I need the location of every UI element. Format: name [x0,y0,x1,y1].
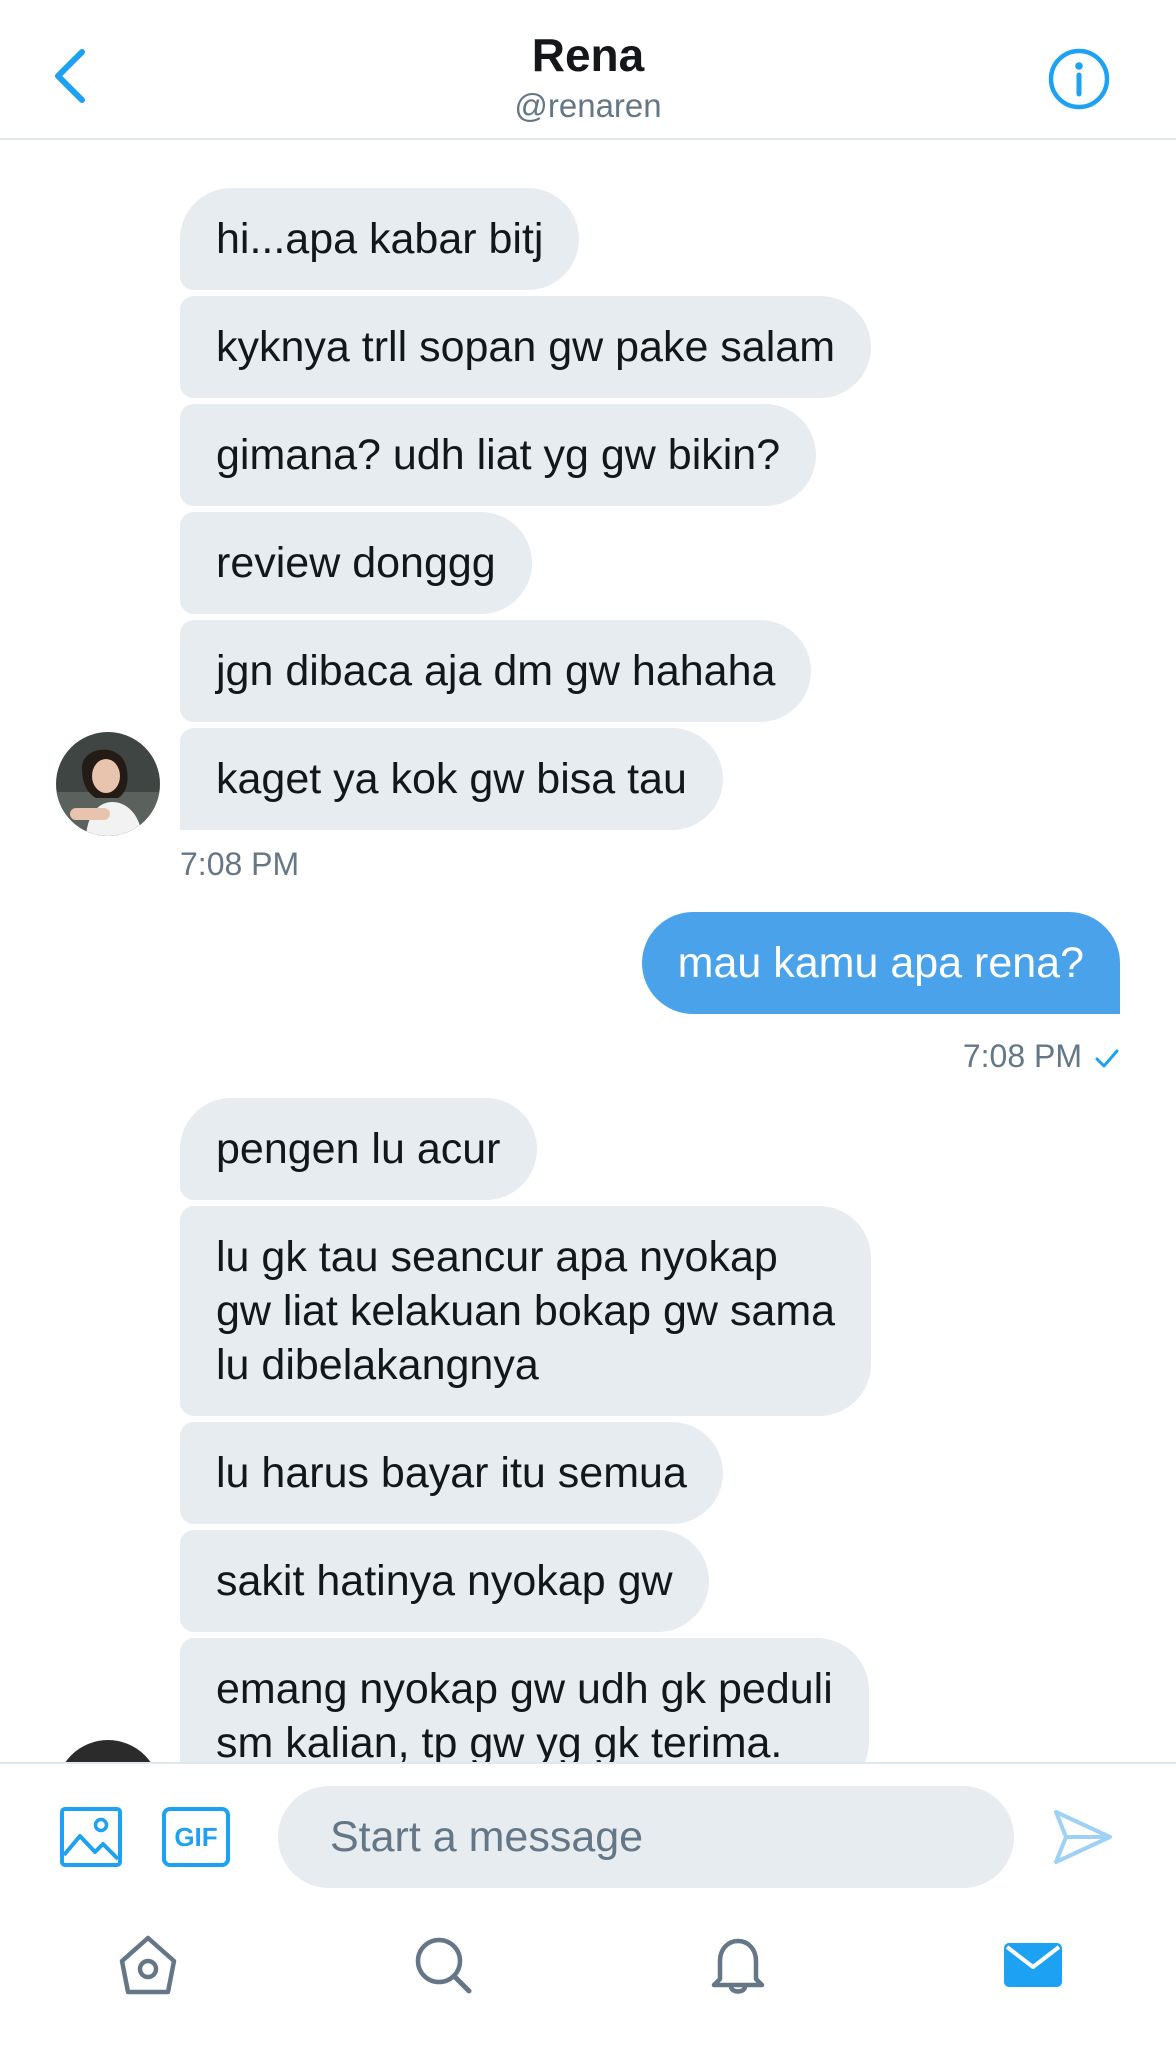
send-icon [1054,1810,1112,1864]
message-list[interactable]: hi...apa kabar bitj kyknya trll sopan gw… [0,140,1176,1762]
messages-icon [1004,1943,1062,1987]
notifications-icon [711,1938,765,1994]
gif-label: GIF [174,1821,218,1852]
conversation-title[interactable]: Rena @renaren [388,26,788,126]
received-message[interactable]: gimana? udh liat yg gw bikin? [180,404,817,506]
home-icon [119,1935,177,1995]
info-circle-icon [1048,48,1110,110]
checkmark-icon [1094,1039,1120,1079]
tab-search[interactable] [398,1920,488,2010]
profile-photo [56,1740,160,1762]
received-message[interactable]: kaget ya kok gw bisa tau [180,728,723,830]
avatar[interactable] [56,732,160,836]
message-composer: GIF [0,1762,1176,1892]
image-icon [60,1807,122,1867]
chevron-left-icon [55,49,85,103]
contact-name: Rena [531,29,645,81]
received-message[interactable]: kyknya trll sopan gw pake salam [180,296,872,398]
gif-button[interactable]: GIF [160,1806,232,1868]
received-message[interactable]: pengen lu acur [180,1098,537,1200]
send-button[interactable] [1048,1802,1118,1872]
message-timestamp: 7:08 PM [180,846,300,882]
sent-message-status: 7:08 PM [963,1036,1120,1079]
tab-home[interactable] [103,1920,193,2010]
avatar[interactable] [56,1740,160,1762]
back-button[interactable] [40,40,100,112]
profile-photo [56,732,160,836]
add-photo-button[interactable] [56,1802,126,1872]
contact-handle: @renaren [514,87,662,124]
tab-messages[interactable] [988,1920,1078,2010]
sent-timestamp: 7:08 PM [962,1038,1082,1074]
message-input[interactable] [278,1786,1014,1888]
tab-notifications[interactable] [693,1920,783,2010]
received-message[interactable]: sakit hatinya nyokap gw [180,1530,709,1632]
received-message[interactable]: jgn dibaca aja dm gw hahaha [180,620,812,722]
received-message[interactable]: lu harus bayar itu semua [180,1422,723,1524]
received-message[interactable]: hi...apa kabar bitj [180,188,580,290]
sent-message[interactable]: mau kamu apa rena? [641,912,1120,1014]
received-message[interactable]: emang nyokap gw udh gk peduli sm kalian,… [180,1638,869,1762]
received-message[interactable]: lu gk tau seancur apa nyokap gw liat kel… [180,1206,872,1416]
info-button[interactable] [1044,44,1114,114]
gif-icon: GIF [162,1807,230,1867]
conversation-header: Rena @renaren [0,0,1176,140]
received-message[interactable]: review donggg [180,512,532,614]
search-icon [415,1937,472,1994]
bottom-nav [0,1890,1176,2048]
